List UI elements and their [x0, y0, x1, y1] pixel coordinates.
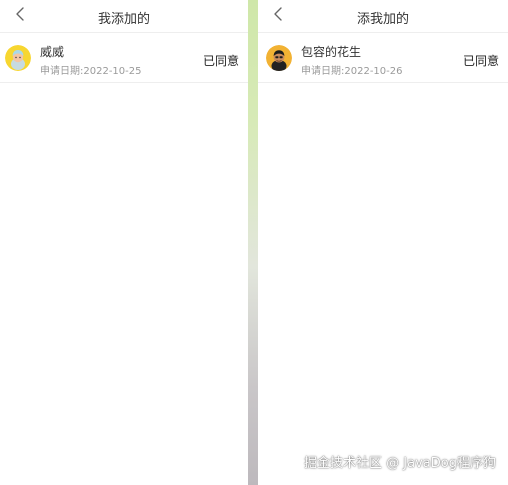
friend-list-item[interactable]: 威威 申请日期:2022-10-25 已同意 — [0, 33, 248, 83]
friend-name: 威威 — [40, 45, 65, 59]
friend-name: 包容的花生 — [301, 45, 362, 59]
screen: 我添加的 威威 申请日期:2022-10-25 已同意 添我加的 包容的花生 申… — [0, 0, 508, 485]
friend-list-item[interactable]: 包容的花生 申请日期:2022-10-26 已同意 — [258, 33, 508, 83]
watermark: 掘金技术社区 @ JavaDog程序狗 — [304, 456, 496, 471]
avatar-icon — [5, 45, 31, 71]
avatar-icon — [266, 45, 292, 71]
status-label: 已同意 — [462, 54, 499, 68]
panel-divider — [248, 0, 258, 485]
apply-date: 申请日期:2022-10-26 — [301, 66, 403, 77]
status-label: 已同意 — [202, 54, 239, 68]
right-panel: 添我加的 包容的花生 申请日期:2022-10-26 已同意 掘金技术社区 @ … — [258, 0, 508, 485]
right-page-title: 添我加的 — [356, 12, 409, 27]
left-panel: 我添加的 威威 申请日期:2022-10-25 已同意 — [0, 0, 248, 485]
left-nav-bar: 我添加的 — [0, 0, 248, 33]
apply-date: 申请日期:2022-10-25 — [40, 66, 142, 77]
right-nav-bar: 添我加的 — [258, 0, 508, 33]
left-page-title: 我添加的 — [97, 12, 150, 27]
